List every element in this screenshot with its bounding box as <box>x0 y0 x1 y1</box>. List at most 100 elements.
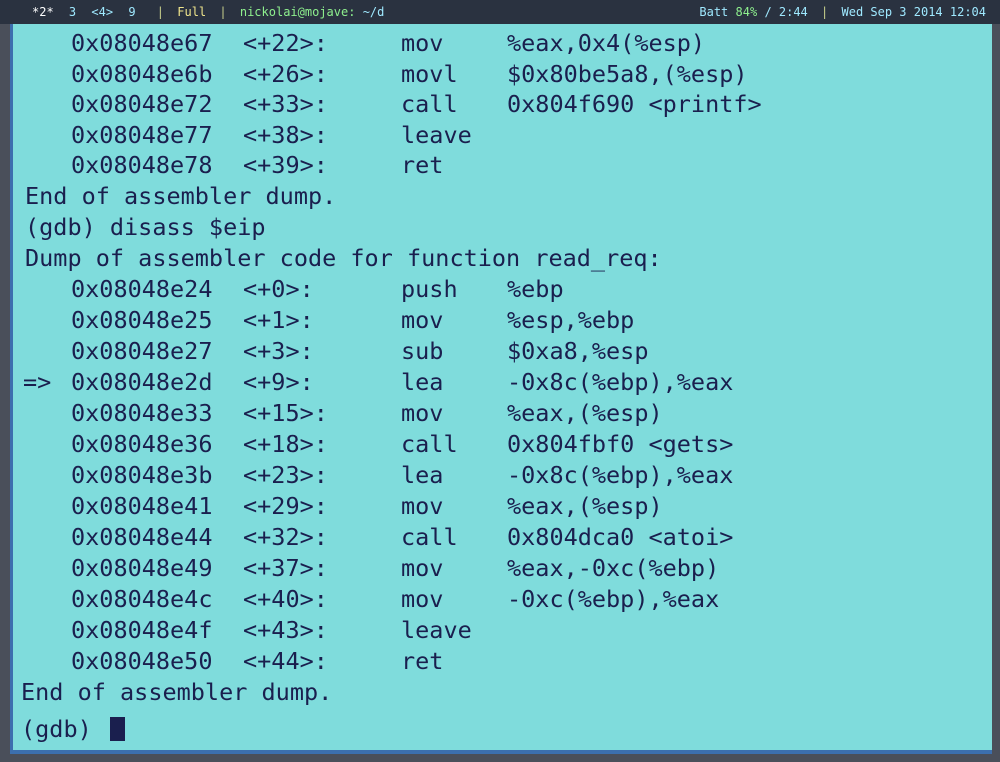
battery-percent: 84% <box>735 5 758 19</box>
separator: | <box>219 5 227 19</box>
asm-address: 0x08048e3b <box>71 461 213 489</box>
separator: | <box>156 5 165 19</box>
asm-address: 0x08048e50 <box>71 647 213 675</box>
window-title-user-host: nickolai@mojave: <box>239 5 356 19</box>
gdb-message: End of assembler dump. <box>21 678 333 706</box>
asm-operands: %eax,-0xc(%ebp) <box>507 554 720 582</box>
asm-address: 0x08048e44 <box>71 523 213 551</box>
asm-mnemonic: mov <box>401 492 444 520</box>
asm-line: 0x08048e72 <+33>: call 0x804f690 <printf… <box>13 89 762 119</box>
asm-mnemonic: ret <box>401 647 444 675</box>
status-bar-right: Batt 84% / 2:44 | Wed Sep 3 2014 12:04 <box>699 0 986 24</box>
asm-address: 0x08048e67 <box>71 29 213 57</box>
asm-operands: 0x804dca0 <atoi> <box>507 523 734 551</box>
asm-mnemonic: movl <box>401 60 458 88</box>
current-instruction-arrow: => <box>23 368 52 396</box>
clock: Wed Sep 3 2014 12:04 <box>841 5 987 19</box>
asm-offset: <+29>: <box>243 492 328 520</box>
asm-offset: <+3>: <box>243 337 314 365</box>
asm-operands: 0x804f690 <printf> <box>507 90 762 118</box>
asm-mnemonic: lea <box>401 461 444 489</box>
asm-line: 0x08048e78 <+39>: ret <box>13 150 443 180</box>
window-title-cwd: ~/d <box>362 5 385 19</box>
workspace-tag[interactable]: *2* <box>32 5 54 19</box>
text-cursor[interactable] <box>109 717 125 741</box>
gdb-command: (gdb) disass $eip <box>25 213 266 241</box>
asm-offset: <+33>: <box>243 90 328 118</box>
status-bar-left: *2* 3 <4> 9 | Full | nickolai@mojave: ~/… <box>32 0 384 24</box>
asm-line: 0x08048e77 <+38>: leave <box>13 120 472 150</box>
asm-operands: %esp,%ebp <box>507 306 635 334</box>
asm-operands: -0x8c(%ebp),%eax <box>507 368 734 396</box>
asm-offset: <+15>: <box>243 399 328 427</box>
asm-address: 0x08048e49 <box>71 554 213 582</box>
asm-operands: 0x804fbf0 <gets> <box>507 430 734 458</box>
asm-address: 0x08048e4f <box>71 616 213 644</box>
asm-line-current: => 0x08048e2d <+9>: lea -0x8c(%ebp),%eax <box>13 367 733 397</box>
asm-line: 0x08048e25 <+1>: mov %esp,%ebp <box>13 305 634 335</box>
asm-offset: <+38>: <box>243 121 328 149</box>
asm-mnemonic: mov <box>401 306 444 334</box>
asm-address: 0x08048e41 <box>71 492 213 520</box>
asm-line: 0x08048e50 <+44>: ret <box>13 646 443 676</box>
asm-line: 0x08048e49 <+37>: mov %eax,-0xc(%ebp) <box>13 553 719 583</box>
asm-offset: <+43>: <box>243 616 328 644</box>
asm-line: 0x08048e3b <+23>: lea -0x8c(%ebp),%eax <box>13 460 733 490</box>
asm-address: 0x08048e36 <box>71 430 213 458</box>
asm-mnemonic: call <box>401 90 458 118</box>
asm-address: 0x08048e72 <box>71 90 213 118</box>
separator: | <box>821 5 829 19</box>
asm-line: 0x08048e4f <+43>: leave <box>13 615 472 645</box>
asm-operands: %eax,0x4(%esp) <box>507 29 706 57</box>
workspace-tag[interactable]: 3 <box>69 5 76 19</box>
asm-mnemonic: call <box>401 430 458 458</box>
layout-indicator: Full <box>177 5 207 19</box>
asm-mnemonic: leave <box>401 121 472 149</box>
asm-line: 0x08048e6b <+26>: movl $0x80be5a8,(%esp) <box>13 59 748 89</box>
asm-address: 0x08048e33 <box>71 399 213 427</box>
asm-address: 0x08048e77 <box>71 121 213 149</box>
gdb-prompt-line[interactable]: (gdb) <box>21 714 125 744</box>
gdb-dump-header: Dump of assembler code for function read… <box>25 244 662 272</box>
workspace-tag[interactable]: 9 <box>128 5 135 19</box>
battery-label: Batt <box>699 5 729 19</box>
asm-operands: %ebp <box>507 275 564 303</box>
asm-mnemonic: ret <box>401 151 444 179</box>
asm-offset: <+0>: <box>243 275 314 303</box>
asm-mnemonic: leave <box>401 616 472 644</box>
status-bar: *2* 3 <4> 9 | Full | nickolai@mojave: ~/… <box>0 0 1000 24</box>
asm-offset: <+1>: <box>243 306 314 334</box>
asm-mnemonic: sub <box>401 337 444 365</box>
asm-line: 0x08048e27 <+3>: sub $0xa8,%esp <box>13 336 648 366</box>
workspace-tag[interactable]: <4> <box>91 5 113 19</box>
asm-offset: <+37>: <box>243 554 328 582</box>
asm-operands: $0xa8,%esp <box>507 337 649 365</box>
asm-offset: <+39>: <box>243 151 328 179</box>
asm-line: 0x08048e44 <+32>: call 0x804dca0 <atoi> <box>13 522 733 552</box>
asm-mnemonic: lea <box>401 368 444 396</box>
gdb-message: End of assembler dump. <box>25 182 337 210</box>
asm-offset: <+26>: <box>243 60 328 88</box>
terminal-window[interactable]: 0x08048e67 <+22>: mov %eax,0x4(%esp) 0x0… <box>10 24 992 754</box>
asm-line: 0x08048e24 <+0>: push %ebp <box>13 274 564 304</box>
asm-address: 0x08048e2d <box>71 368 213 396</box>
asm-operands: %eax,(%esp) <box>507 492 663 520</box>
asm-offset: <+9>: <box>243 368 314 396</box>
asm-line: 0x08048e33 <+15>: mov %eax,(%esp) <box>13 398 663 428</box>
asm-operands: %eax,(%esp) <box>507 399 663 427</box>
asm-address: 0x08048e24 <box>71 275 213 303</box>
asm-address: 0x08048e25 <box>71 306 213 334</box>
asm-mnemonic: push <box>401 275 458 303</box>
asm-operands: -0x8c(%ebp),%eax <box>507 461 734 489</box>
asm-offset: <+18>: <box>243 430 328 458</box>
asm-operands: $0x80be5a8,(%esp) <box>507 60 748 88</box>
asm-address: 0x08048e4c <box>71 585 213 613</box>
asm-offset: <+22>: <box>243 29 328 57</box>
gdb-prompt: (gdb) <box>21 715 106 743</box>
asm-offset: <+44>: <box>243 647 328 675</box>
asm-line: 0x08048e67 <+22>: mov %eax,0x4(%esp) <box>13 28 705 58</box>
asm-mnemonic: mov <box>401 399 444 427</box>
asm-line: 0x08048e36 <+18>: call 0x804fbf0 <gets> <box>13 429 733 459</box>
asm-offset: <+32>: <box>243 523 328 551</box>
asm-mnemonic: call <box>401 523 458 551</box>
